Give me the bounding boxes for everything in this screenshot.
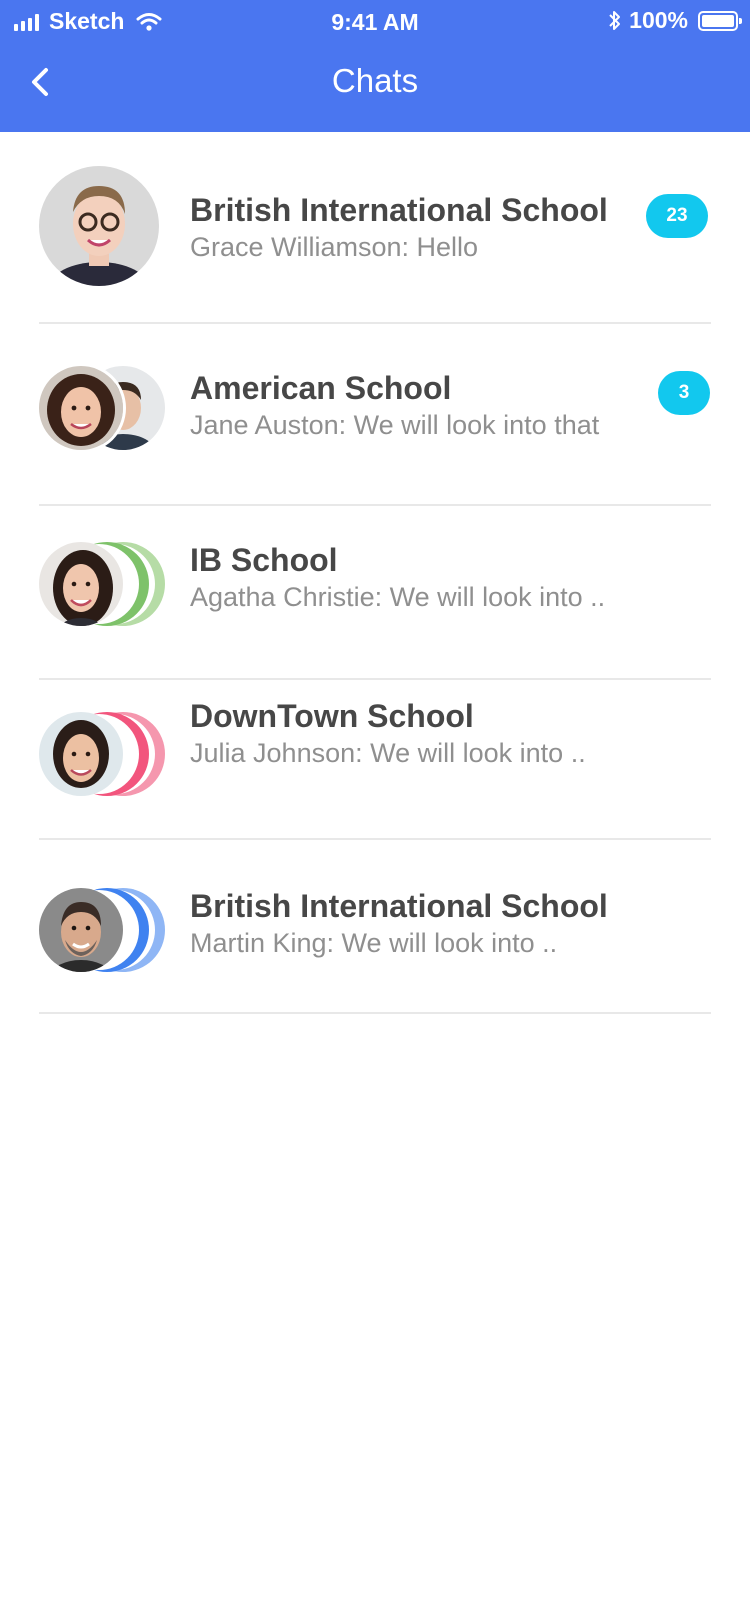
chat-name: IB School (190, 542, 338, 578)
avatar (39, 888, 169, 972)
chat-preview: Jane Auston: We will look into that (190, 410, 600, 440)
divider (39, 504, 711, 506)
chat-preview: Agatha Christie: We will look into .. (190, 582, 606, 612)
avatar (39, 166, 159, 286)
status-bar: Sketch 9:41 AM 100% (0, 0, 750, 44)
chat-item-british-international-school-2[interactable]: British International School Martin King… (0, 888, 750, 1008)
avatar (39, 542, 169, 626)
page-title: Chats (331, 62, 419, 99)
divider (39, 678, 711, 680)
divider (39, 838, 711, 840)
chat-name: American School (190, 370, 452, 406)
chat-item-ib-school[interactable]: IB School Agatha Christie: We will look … (0, 542, 750, 662)
avatar (39, 712, 169, 796)
battery-percent: 100% (629, 7, 688, 33)
chat-preview: Julia Johnson: We will look into .. (190, 738, 586, 768)
avatar-martin-king (39, 888, 123, 972)
chat-item-downtown-school[interactable]: DownTown School Julia Johnson: We will l… (0, 698, 750, 832)
divider (39, 1012, 711, 1014)
app-header: Sketch 9:41 AM 100% Chats (0, 0, 750, 132)
chat-preview: Martin King: We will look into .. (190, 928, 558, 958)
avatar-jane-auston (39, 366, 123, 450)
chat-name: British International School (190, 888, 608, 924)
avatar-grace-williamson (39, 166, 159, 286)
chat-name: DownTown School (190, 698, 474, 734)
chat-preview: Grace Williamson: Hello (190, 232, 479, 262)
avatar (39, 366, 169, 450)
avatar-julia-johnson (39, 712, 123, 796)
chat-item-american-school[interactable]: American School Jane Auston: We will loo… (0, 366, 750, 506)
chat-item-british-international-school[interactable]: British International School Grace Willi… (0, 166, 750, 316)
status-right: 100% (607, 7, 742, 34)
unread-badge: 23 (646, 194, 708, 238)
avatar-agatha-christie (39, 542, 123, 626)
divider (39, 322, 711, 324)
unread-badge: 3 (658, 371, 710, 415)
chat-name: British International School (190, 192, 608, 228)
battery-icon (698, 10, 742, 31)
bluetooth-icon (609, 10, 621, 30)
